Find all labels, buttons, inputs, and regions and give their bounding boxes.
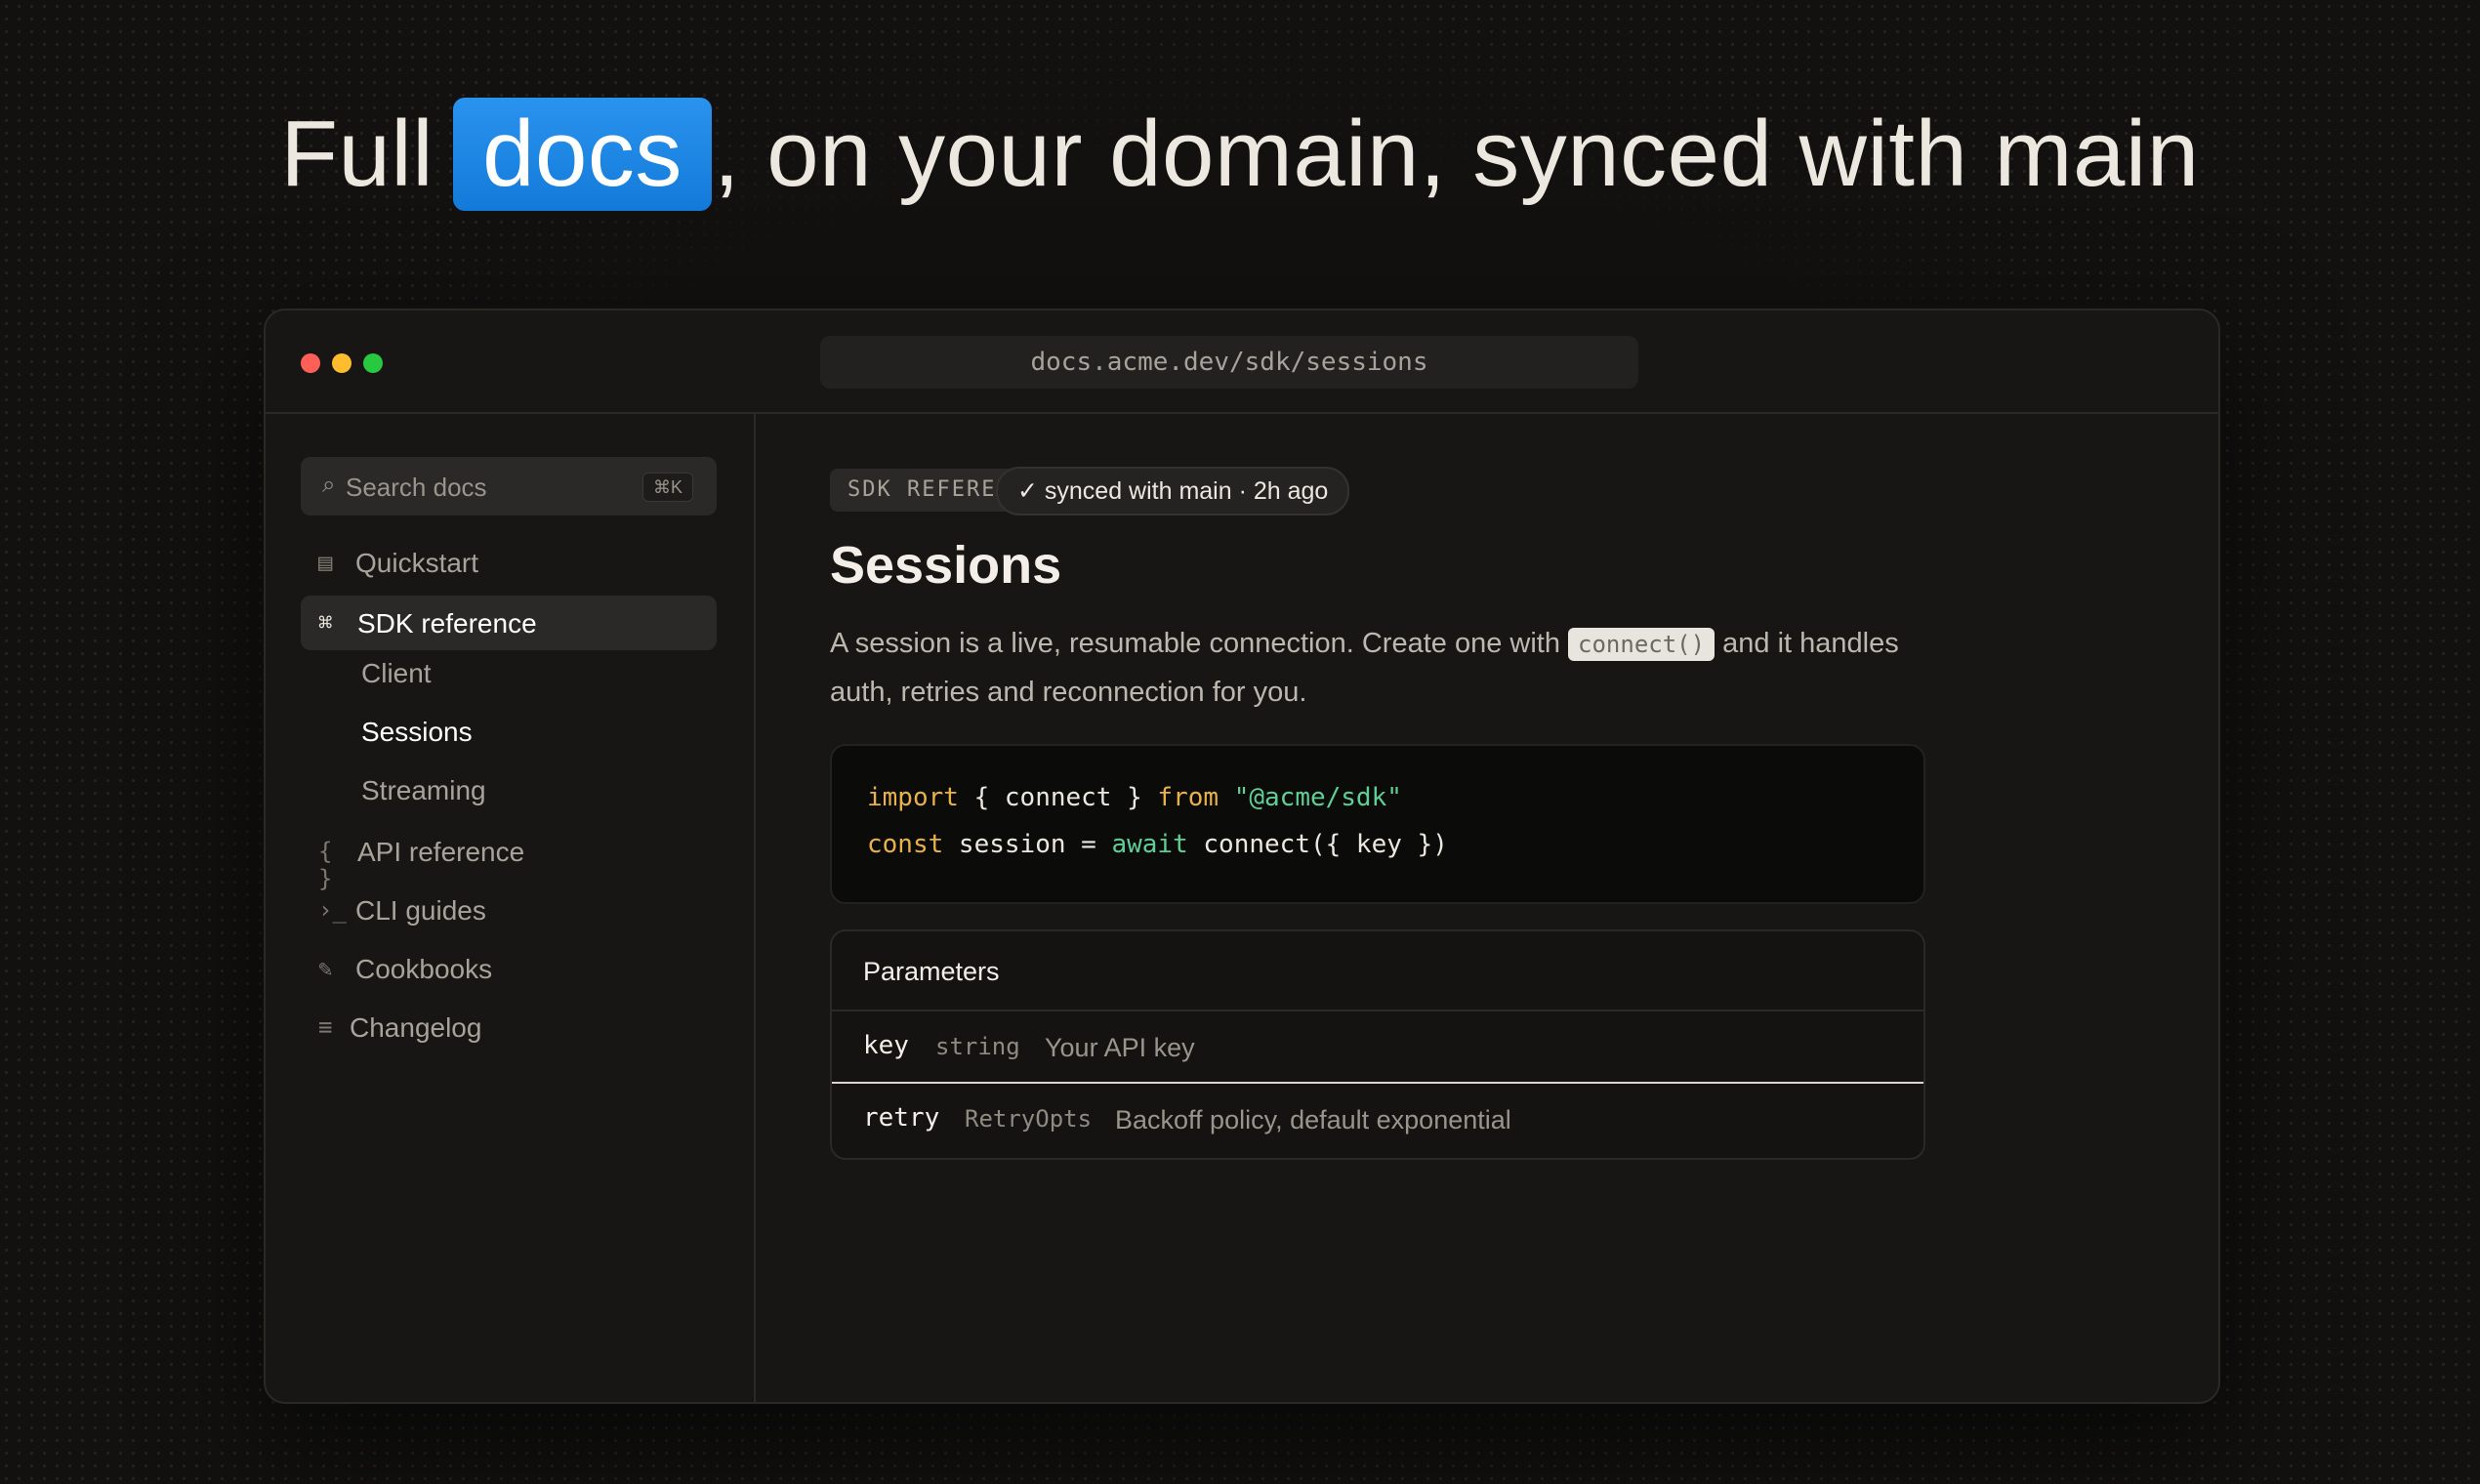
sidebar-item-label: API reference bbox=[357, 837, 525, 867]
sidebar-subitem-streaming[interactable]: Streaming bbox=[361, 771, 486, 810]
inline-code: connect() bbox=[1568, 628, 1715, 661]
search-input[interactable]: ⌕ Search docs ⌘K bbox=[301, 457, 717, 515]
browser-window: docs.acme.dev/sdk/sessions ⌕ Search docs… bbox=[264, 309, 2220, 1404]
search-icon: ⌕ bbox=[322, 472, 336, 498]
code-keyword: import bbox=[867, 783, 959, 812]
code-block: import { connect } from "@acme/sdk" cons… bbox=[830, 744, 1925, 904]
headline-after: , on your domain, synced with main bbox=[713, 102, 2200, 206]
param-type: string bbox=[935, 1033, 1020, 1060]
command-icon: ⌘ bbox=[318, 609, 333, 637]
title-bar: docs.acme.dev/sdk/sessions bbox=[266, 310, 2218, 414]
parameters-heading: Parameters bbox=[863, 957, 1000, 986]
sidebar-item-label: Cookbooks bbox=[355, 954, 493, 984]
sidebar-item-label: CLI guides bbox=[355, 895, 486, 926]
book-icon: ▤ bbox=[318, 549, 333, 576]
code-keyword: await bbox=[1111, 830, 1188, 859]
code-keyword: from bbox=[1157, 783, 1219, 812]
code-string: "@acme/sdk" bbox=[1219, 783, 1402, 812]
sidebar-item-sdk-reference[interactable]: ⌘ SDK reference bbox=[301, 596, 717, 650]
code-text: connect({ key }) bbox=[1187, 830, 1448, 859]
maximize-window-button[interactable] bbox=[363, 353, 383, 373]
hero-headline: Full docs, on your domain, synced with ma… bbox=[0, 98, 2480, 211]
sync-status-pill: ✓ synced with main · 2h ago bbox=[996, 467, 1350, 515]
param-description: Your API key bbox=[1045, 1033, 1195, 1062]
param-description: Backoff policy, default exponential bbox=[1115, 1105, 1511, 1134]
row-divider bbox=[832, 1010, 1923, 1011]
terminal-icon: ›_ bbox=[318, 896, 347, 924]
row-divider bbox=[832, 1082, 1923, 1084]
description-text: A session is a live, resumable connectio… bbox=[830, 628, 1560, 659]
docs-content: SDK REFERENCE ✓ synced with main · 2h ag… bbox=[756, 414, 2218, 1402]
pencil-icon: ✎ bbox=[318, 955, 333, 982]
sidebar-subitem-sessions[interactable]: Sessions bbox=[361, 713, 473, 752]
headline-highlight: docs bbox=[453, 98, 712, 211]
param-name: key bbox=[863, 1031, 909, 1060]
address-bar[interactable]: docs.acme.dev/sdk/sessions bbox=[820, 336, 1638, 389]
code-line: const session = await connect({ key }) bbox=[867, 830, 1448, 859]
param-type: RetryOpts bbox=[965, 1105, 1093, 1133]
list-icon: ≡ bbox=[318, 1013, 333, 1041]
sidebar-item-api-reference[interactable]: { } API reference bbox=[301, 824, 717, 892]
sidebar-item-cli-guides[interactable]: ›_ CLI guides bbox=[301, 883, 717, 937]
headline-before: Full bbox=[280, 102, 434, 206]
code-text: session = bbox=[943, 830, 1112, 859]
code-keyword: const bbox=[867, 830, 944, 859]
sidebar-item-cookbooks[interactable]: ✎ Cookbooks bbox=[301, 941, 717, 996]
search-shortcut-badge: ⌘K bbox=[641, 473, 693, 502]
parameters-table: Parameters key string Your API key retry… bbox=[830, 929, 1925, 1160]
page-description: A session is a live, resumable connectio… bbox=[830, 619, 1923, 717]
minimize-window-button[interactable] bbox=[332, 353, 351, 373]
docs-sidebar: ⌕ Search docs ⌘K ▤ Quickstart ⌘ SDK refe… bbox=[266, 414, 756, 1402]
sidebar-subitem-client[interactable]: Client bbox=[361, 654, 432, 693]
code-line: import { connect } from "@acme/sdk" bbox=[867, 783, 1402, 812]
code-text: { connect } bbox=[958, 783, 1158, 812]
sidebar-item-changelog[interactable]: ≡ Changelog bbox=[301, 1000, 717, 1054]
sidebar-item-label: SDK reference bbox=[357, 608, 537, 639]
sidebar-item-label: Changelog bbox=[350, 1012, 482, 1043]
sidebar-item-label: Quickstart bbox=[355, 548, 479, 578]
page-title: Sessions bbox=[830, 536, 1062, 595]
close-window-button[interactable] bbox=[301, 353, 320, 373]
search-placeholder: Search docs bbox=[346, 473, 487, 502]
param-name: retry bbox=[863, 1103, 940, 1133]
sidebar-item-quickstart[interactable]: ▤ Quickstart bbox=[301, 535, 717, 590]
